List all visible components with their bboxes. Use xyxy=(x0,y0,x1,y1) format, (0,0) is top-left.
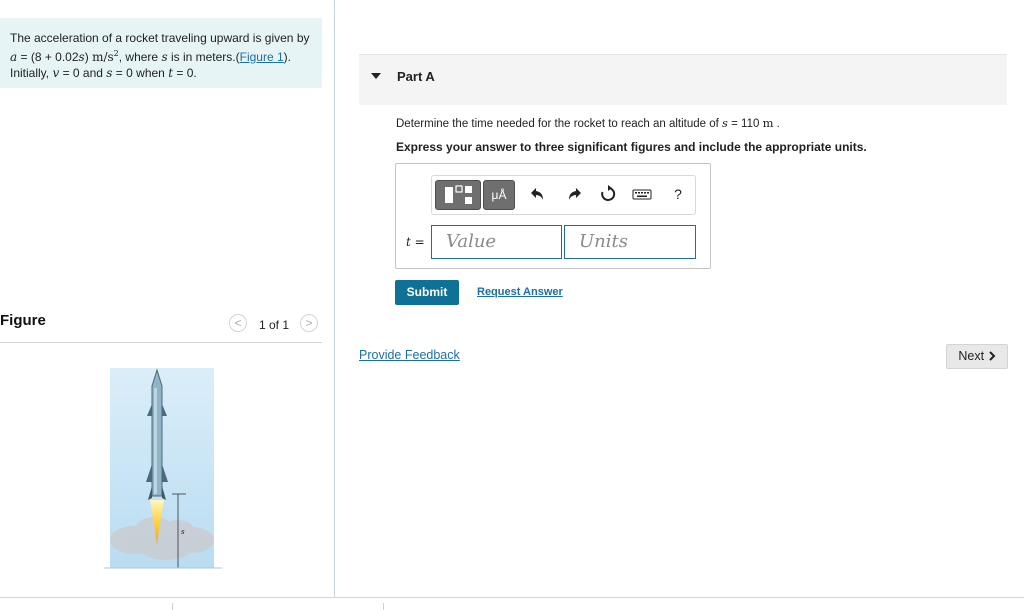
text-segment: = (8 + 0.02 xyxy=(17,50,79,64)
page: The acceleration of a rocket traveling u… xyxy=(0,0,1024,610)
templates-icon xyxy=(445,185,472,204)
figure-1-link[interactable]: Figure 1 xyxy=(240,50,284,64)
text-segment: is in meters.( xyxy=(167,50,240,64)
problem-line-3: Initially, v = 0 and s = 0 when t = 0. xyxy=(10,65,312,81)
figure-title: Figure xyxy=(0,312,46,329)
keyboard-icon[interactable] xyxy=(632,184,652,204)
var-t-label: t = xyxy=(406,235,425,249)
next-label: Next xyxy=(958,349,985,363)
collapse-caret-icon[interactable] xyxy=(371,73,381,79)
submit-button[interactable]: Submit xyxy=(395,280,459,305)
figure-pager-text: 1 of 1 xyxy=(259,318,290,332)
text-segment: = 0 and xyxy=(59,66,107,80)
problem-line-1: The acceleration of a rocket traveling u… xyxy=(10,31,310,45)
question-text: Determine the time needed for the rocket… xyxy=(396,116,780,130)
next-button[interactable]: Next xyxy=(946,344,1008,369)
figure-next-button[interactable]: > xyxy=(300,314,318,332)
text-segment: . xyxy=(773,118,780,130)
math-toolbar: μÅ ? xyxy=(431,175,696,215)
undo-icon[interactable] xyxy=(528,184,548,204)
text-segment: = 0. xyxy=(173,66,197,80)
help-icon[interactable]: ? xyxy=(668,184,688,204)
rocket-figure: s xyxy=(104,368,222,569)
value-input[interactable]: Value xyxy=(431,225,562,259)
unit-ms2: m/s2 xyxy=(92,49,119,64)
provide-feedback-link[interactable]: Provide Feedback xyxy=(359,348,460,362)
part-a-header[interactable]: Part A xyxy=(359,54,1007,105)
problem-line-2: a = (8 + 0.02s) m/s2, where s is in mete… xyxy=(10,46,312,65)
unit-text: m/s xyxy=(92,50,114,64)
text-segment: ). xyxy=(283,50,291,64)
answer-box: μÅ ? t = Value Units xyxy=(395,163,711,269)
request-answer-link[interactable]: Request Answer xyxy=(477,286,563,298)
text-segment: = 110 xyxy=(727,118,763,130)
instruction-text: Express your answer to three significant… xyxy=(396,140,867,154)
reset-icon[interactable] xyxy=(598,184,618,204)
altitude-label: s xyxy=(181,528,185,536)
chevron-right-icon xyxy=(988,351,996,361)
bottom-tick xyxy=(172,603,173,610)
answer-variable-label: t = xyxy=(406,235,425,249)
text-segment: Determine the time needed for the rocket… xyxy=(396,118,723,130)
text-segment: , where xyxy=(118,50,162,64)
text-segment: Initially, xyxy=(10,66,53,80)
text-segment: = 0 when xyxy=(112,66,169,80)
part-title: Part A xyxy=(397,69,435,84)
text-segment: ) xyxy=(84,50,93,64)
problem-statement: The acceleration of a rocket traveling u… xyxy=(0,18,322,88)
figure-prev-button[interactable]: < xyxy=(229,314,247,332)
templates-button[interactable] xyxy=(435,180,481,210)
figure-header: Figure < 1 of 1 > xyxy=(0,310,322,343)
bottom-divider xyxy=(0,597,1024,598)
left-panel: The acceleration of a rocket traveling u… xyxy=(0,0,335,597)
units-button[interactable]: μÅ xyxy=(483,180,515,210)
redo-icon[interactable] xyxy=(564,184,584,204)
unit-m: m xyxy=(762,116,774,130)
units-input[interactable]: Units xyxy=(564,225,696,259)
bottom-tick xyxy=(383,603,384,610)
